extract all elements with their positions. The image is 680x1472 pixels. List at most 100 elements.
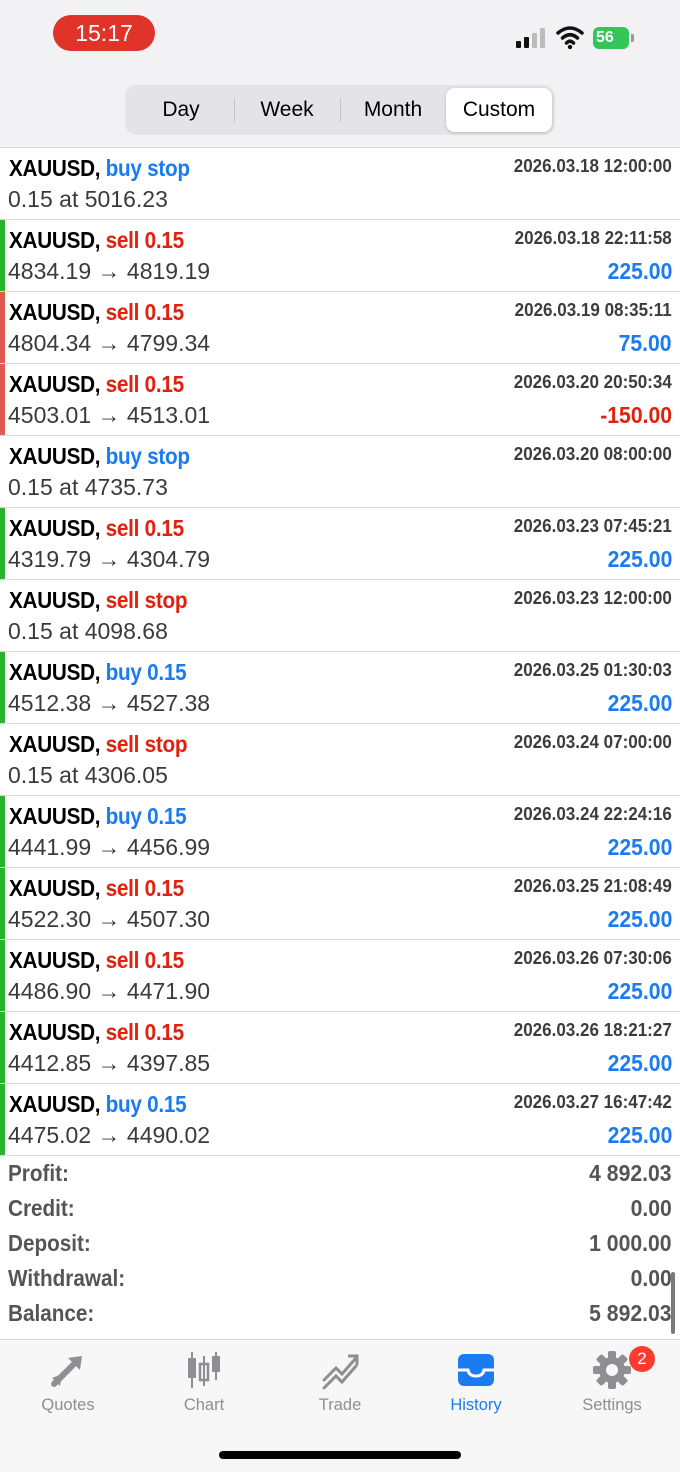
trade-prices: 4503.01 → 4513.01 <box>8 402 211 428</box>
profit-indicator-bar <box>0 796 5 867</box>
profit-indicator-bar <box>0 940 5 1011</box>
trade-row[interactable]: XAUUSD, sell 0.15 2026.03.19 08:35:11 4804.… <box>0 292 680 364</box>
trade-row[interactable]: XAUUSD, sell 0.15 2026.03.26 18:21:27 4412.… <box>0 1012 680 1084</box>
tab-settings[interactable]: 2 Settings <box>544 1340 680 1430</box>
summary-label: Withdrawal: <box>8 1265 126 1291</box>
summary-value: 4 892.03 <box>589 1160 672 1186</box>
tab-chart-label: Chart <box>183 1396 225 1414</box>
profit-indicator-bar <box>0 220 5 291</box>
summary-label: Credit: <box>8 1195 75 1221</box>
trade-prices: 4319.79 → 4304.79 <box>8 546 211 572</box>
profit-indicator-bar <box>0 508 5 579</box>
scroll-indicator[interactable] <box>671 1272 675 1334</box>
trade-profit: 225.00 <box>607 978 672 1004</box>
trade-prices: 4512.38 → 4527.38 <box>8 690 211 716</box>
trade-row[interactable]: XAUUSD, buy stop 2026.03.20 08:00:00 0.15 a… <box>0 436 680 508</box>
trade-date: 2026.03.18 22:11:58 <box>514 227 672 248</box>
trade-prices: 4475.02 → 4490.02 <box>8 1122 211 1148</box>
tab-day[interactable]: Day <box>128 88 234 132</box>
trade-date: 2026.03.20 08:00:00 <box>513 443 672 464</box>
summary-value: 0.00 <box>630 1265 672 1291</box>
trade-symbol: XAUUSD, <box>9 731 101 757</box>
status-bar: 15:17 56 Day Week Month Custom <box>0 0 680 148</box>
trade-row[interactable]: XAUUSD, buy stop 2026.03.18 12:00:00 0.15 a… <box>0 148 680 220</box>
trade-row[interactable]: XAUUSD, sell 0.15 2026.03.18 22:11:58 4834.… <box>0 220 680 292</box>
summary-row: Deposit: 1 000.00 <box>0 1227 680 1262</box>
trade-row[interactable]: XAUUSD, buy 0.15 2026.03.25 01:30:03 4512.3… <box>0 652 680 724</box>
tab-custom[interactable]: Custom <box>446 88 552 132</box>
tab-trade-label: Trade <box>318 1396 362 1414</box>
trade-side: sell 0.15 <box>105 371 184 397</box>
history-icon <box>458 1354 494 1386</box>
summary-value: 5 892.03 <box>589 1300 672 1326</box>
chart-icon <box>188 1352 220 1388</box>
home-indicator[interactable] <box>219 1451 461 1459</box>
trade-prices: 4522.30 → 4507.30 <box>8 906 211 932</box>
trade-row[interactable]: XAUUSD, buy 0.15 2026.03.24 22:24:16 4441.9… <box>0 796 680 868</box>
tab-chart[interactable]: Chart <box>136 1340 272 1430</box>
trade-row[interactable]: XAUUSD, sell 0.15 2026.03.26 07:30:06 4486.… <box>0 940 680 1012</box>
summary-label: Profit: <box>8 1160 69 1186</box>
summary-value: 0.00 <box>630 1195 672 1221</box>
profit-indicator-bar <box>0 868 5 939</box>
trade-title: XAUUSD, sell 0.15 <box>9 875 184 902</box>
trade-prices: 4486.90 → 4471.90 <box>8 978 211 1004</box>
tab-history[interactable]: History <box>408 1340 544 1430</box>
trade-prices: 0.15 at 5016.23 <box>8 186 168 212</box>
tab-week[interactable]: Week <box>234 88 340 132</box>
trade-row[interactable]: XAUUSD, sell 0.15 2026.03.20 20:50:34 4503.… <box>0 364 680 436</box>
trade-row[interactable]: XAUUSD, sell stop 2026.03.24 07:00:00 0.15 … <box>0 724 680 796</box>
summary-value: 1 000.00 <box>589 1230 672 1256</box>
trade-side: sell 0.15 <box>105 875 184 901</box>
trade-history-list: XAUUSD, buy stop 2026.03.18 12:00:00 0.15 a… <box>0 147 680 1156</box>
trade-side: sell 0.15 <box>105 299 184 325</box>
trade-side: sell 0.15 <box>105 1019 184 1045</box>
trade-side: sell 0.15 <box>105 515 184 541</box>
trade-side: buy stop <box>105 155 190 181</box>
trade-side: sell 0.15 <box>105 227 184 253</box>
tab-trade[interactable]: Trade <box>272 1340 408 1430</box>
trade-symbol: XAUUSD, <box>9 1091 101 1117</box>
trade-side: buy 0.15 <box>105 659 187 685</box>
quotes-icon <box>51 1356 82 1387</box>
trade-symbol: XAUUSD, <box>9 1019 101 1045</box>
trade-profit: 225.00 <box>607 546 672 572</box>
trade-row[interactable]: XAUUSD, sell 0.15 2026.03.23 07:45:21 4319.… <box>0 508 680 580</box>
trade-prices: 0.15 at 4098.68 <box>8 618 168 644</box>
trade-symbol: XAUUSD, <box>9 227 101 253</box>
trade-title: XAUUSD, buy 0.15 <box>9 659 187 686</box>
trade-row[interactable]: XAUUSD, sell 0.15 2026.03.25 21:08:49 4522.… <box>0 868 680 940</box>
profit-indicator-bar <box>0 652 5 723</box>
status-time: 15:17 <box>53 15 155 51</box>
trade-symbol: XAUUSD, <box>9 803 101 829</box>
trade-profit: 75.00 <box>619 330 672 356</box>
wifi-icon <box>556 26 584 50</box>
trade-side: sell stop <box>105 587 188 613</box>
trade-prices: 0.15 at 4735.73 <box>8 474 168 500</box>
trade-symbol: XAUUSD, <box>9 875 101 901</box>
trade-prices: 4804.34 → 4799.34 <box>8 330 211 356</box>
trade-date: 2026.03.18 12:00:00 <box>513 155 672 176</box>
cellular-signal-icon <box>516 28 548 48</box>
trade-row[interactable]: XAUUSD, buy 0.15 2026.03.27 16:47:42 4475.0… <box>0 1084 680 1156</box>
trade-date: 2026.03.26 18:21:27 <box>513 1019 672 1040</box>
trade-title: XAUUSD, sell 0.15 <box>9 299 184 326</box>
gear-icon <box>593 1351 631 1389</box>
tab-month[interactable]: Month <box>340 88 446 132</box>
trade-title: XAUUSD, sell 0.15 <box>9 227 184 254</box>
loss-indicator-bar <box>0 364 5 435</box>
trade-title: XAUUSD, sell 0.15 <box>9 947 184 974</box>
trade-profit: 225.00 <box>607 258 672 284</box>
loss-indicator-bar <box>0 292 5 363</box>
trade-date: 2026.03.26 07:30:06 <box>513 947 672 968</box>
trade-symbol: XAUUSD, <box>9 299 101 325</box>
trade-profit: 225.00 <box>607 1122 672 1148</box>
period-selector: Day Week Month Custom <box>125 85 555 135</box>
trade-date: 2026.03.20 20:50:34 <box>513 371 672 392</box>
trade-symbol: XAUUSD, <box>9 659 101 685</box>
trade-symbol: XAUUSD, <box>9 371 101 397</box>
trade-row[interactable]: XAUUSD, sell stop 2026.03.23 12:00:00 0.15 … <box>0 580 680 652</box>
tab-quotes[interactable]: Quotes <box>0 1340 136 1430</box>
trade-date: 2026.03.27 16:47:42 <box>513 1091 672 1112</box>
summary-row: Profit: 4 892.03 <box>0 1157 680 1192</box>
